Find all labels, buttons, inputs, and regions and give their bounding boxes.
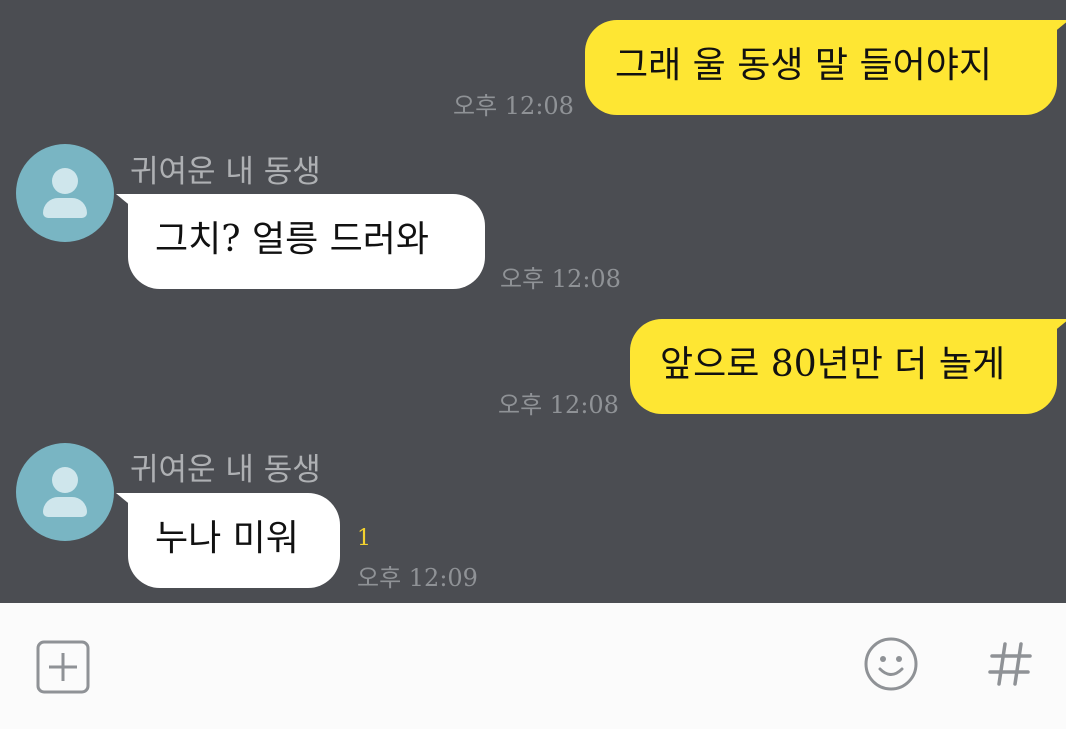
incoming-message-bubble[interactable]: 그치? 얼릉 드러와 <box>116 194 485 289</box>
person-icon-body <box>43 497 87 517</box>
sender-name: 귀여운 내 동생 <box>130 154 321 190</box>
hashtag-icon[interactable] <box>986 640 1034 688</box>
outgoing-message-bubble[interactable]: 그래 울 동생 말 들어야지 <box>585 20 1066 115</box>
avatar[interactable] <box>16 144 114 242</box>
plus-icon[interactable] <box>36 640 90 694</box>
sender-name: 귀여운 내 동생 <box>130 452 321 488</box>
chat-area[interactable]: 오후 12:08 그래 울 동생 말 들어야지 귀여운 내 동생 그치? 얼릉 … <box>0 0 1066 603</box>
person-icon-head <box>52 168 78 194</box>
message-time: 오후 12:08 <box>500 265 621 293</box>
emoji-icon[interactable] <box>863 636 919 692</box>
avatar[interactable] <box>16 443 114 541</box>
message-time: 오후 12:08 <box>453 92 574 120</box>
message-time: 오후 12:09 <box>357 564 478 592</box>
person-icon-head <box>52 467 78 493</box>
incoming-message-bubble[interactable]: 누나 미워 <box>116 493 340 588</box>
unread-count: 1 <box>357 526 371 551</box>
message-time: 오후 12:08 <box>498 391 619 419</box>
person-icon-body <box>43 198 87 218</box>
outgoing-message-bubble[interactable]: 앞으로 80년만 더 놀게 <box>630 319 1066 414</box>
